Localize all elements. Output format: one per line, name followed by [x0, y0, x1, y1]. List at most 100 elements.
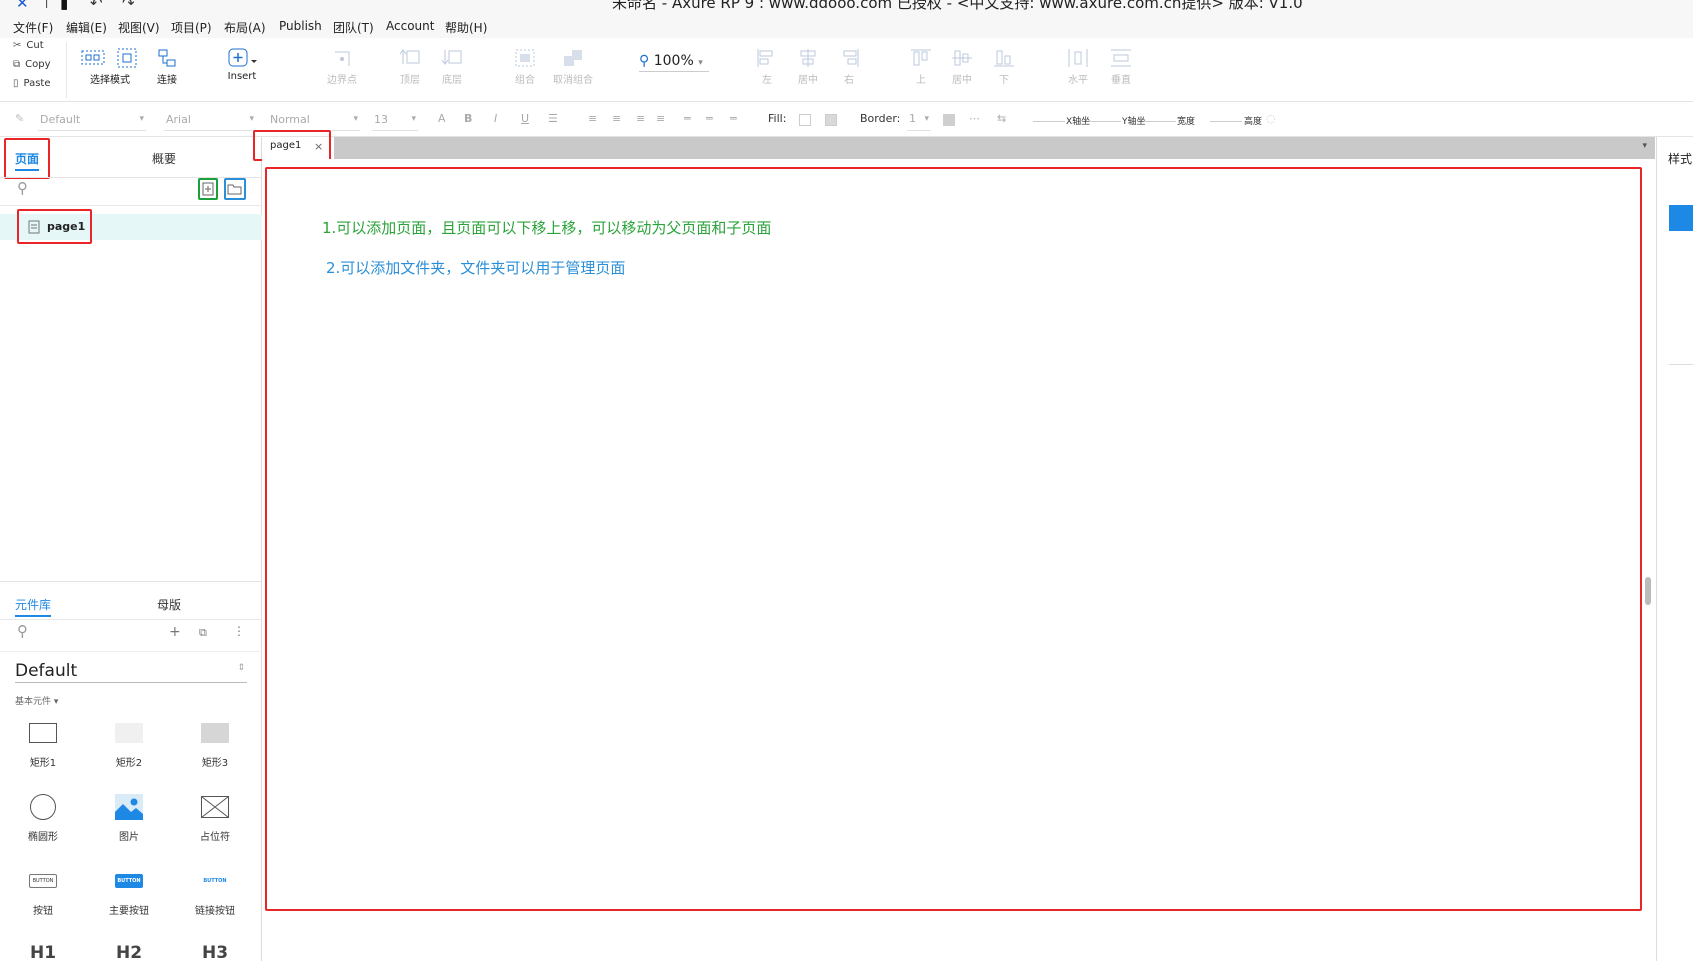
tab-library[interactable]: 元件库	[15, 596, 52, 617]
search-icon[interactable]: ⚲	[17, 179, 28, 197]
align-text-center-icon[interactable]: ≡	[612, 112, 621, 125]
tab-style[interactable]: 样式	[1668, 150, 1692, 167]
divider	[1669, 364, 1693, 365]
fill-image-swatch[interactable]	[825, 114, 837, 126]
heading2-widget[interactable]: H2	[116, 943, 142, 963]
font-weight-select[interactable]: Normal	[268, 109, 360, 131]
font-size-select[interactable]: 13	[372, 109, 418, 131]
tab-masters[interactable]: 母版	[157, 596, 181, 613]
align-left-button[interactable]: 左	[752, 48, 782, 86]
tab-outline[interactable]: 概要	[152, 150, 176, 167]
width-input[interactable]	[1144, 121, 1176, 122]
widget-link-button[interactable]: BUTTON 链接按钮	[175, 864, 255, 917]
rectangle-filled-icon	[115, 723, 143, 743]
menu-project[interactable]: 项目(P)	[171, 19, 212, 36]
zoom-select[interactable]: ⚲ 100% ▾	[639, 53, 709, 72]
paste-button[interactable]: ▯ Paste	[13, 78, 51, 89]
align-top-button[interactable]: 上	[906, 48, 936, 86]
font-color-icon[interactable]: A	[438, 112, 446, 125]
fill-color-swatch[interactable]	[799, 114, 811, 126]
undo-icon[interactable]: ↶	[90, 0, 103, 12]
cut-button[interactable]: ✂ Cut	[13, 40, 44, 51]
widget-primary-button[interactable]: BUTTON 主要按钮	[89, 864, 169, 917]
align-text-left-icon[interactable]: ≡	[588, 112, 597, 125]
menu-view[interactable]: 视图(V)	[118, 19, 160, 36]
menu-edit[interactable]: 编辑(E)	[66, 19, 107, 36]
menu-layout[interactable]: 布局(A)	[224, 19, 266, 36]
valign-middle-icon[interactable]: ═	[706, 112, 713, 125]
distribute-horizontal-icon	[1068, 49, 1088, 67]
align-right-button[interactable]: 右	[834, 48, 864, 86]
vertical-scrollbar[interactable]	[1645, 577, 1651, 605]
menu-file[interactable]: 文件(F)	[13, 19, 53, 36]
widget-placeholder[interactable]: 占位符	[175, 790, 255, 843]
select-mode-button[interactable]: 选择模式	[80, 48, 140, 86]
widget-ellipse[interactable]: 椭圆形	[3, 790, 83, 843]
menu-team[interactable]: 团队(T)	[333, 19, 374, 36]
chevron-down-icon: ▾	[698, 58, 703, 68]
visibility-eye-icon[interactable]: ◌	[1266, 112, 1276, 125]
align-text-justify-icon[interactable]: ≡	[656, 112, 665, 125]
valign-top-icon[interactable]: ═	[684, 112, 691, 125]
connect-button[interactable]: 连接	[150, 48, 184, 86]
menu-help[interactable]: 帮助(H)	[445, 19, 487, 36]
divider	[0, 651, 262, 652]
distribute-vertical-button[interactable]: 垂直	[1106, 48, 1136, 86]
design-canvas[interactable]: 1.可以添加页面，且页面可以下移上移，可以移动为父页面和子页面 2.可以添加文件…	[262, 159, 1655, 961]
style-panel-button[interactable]	[1669, 205, 1693, 231]
valign-bottom-icon[interactable]: ═	[730, 112, 737, 125]
add-library-icon[interactable]: +	[169, 624, 181, 640]
divider	[66, 42, 67, 98]
arrow-style-icon[interactable]: ⇆	[997, 112, 1006, 125]
distribute-horizontal-button[interactable]: 水平	[1063, 48, 1093, 86]
save-icon[interactable]: ▮	[60, 0, 68, 12]
menu-account[interactable]: Account	[386, 19, 434, 33]
add-page-button[interactable]	[198, 178, 218, 200]
style-select[interactable]: Default	[38, 109, 146, 131]
library-search-icon[interactable]: ⚲	[17, 622, 28, 640]
border-width-input[interactable]: 1	[907, 109, 931, 131]
heading3-widget[interactable]: H3	[202, 943, 228, 963]
copy-button[interactable]: ⧉ Copy	[13, 59, 51, 70]
heading1-widget[interactable]: H1	[30, 943, 56, 963]
insert-button[interactable]: Insert	[222, 48, 262, 82]
x-label: X轴坐	[1066, 117, 1091, 127]
widget-image[interactable]: 图片	[89, 790, 169, 843]
align-text-right-icon[interactable]: ≡	[636, 112, 645, 125]
font-family-select[interactable]: Arial	[164, 109, 256, 131]
points-button[interactable]: 边界点	[322, 48, 362, 86]
align-bottom-icon	[994, 50, 1014, 67]
widget-rect2[interactable]: 矩形2	[89, 716, 169, 769]
border-color-swatch[interactable]	[943, 114, 955, 126]
widget-button[interactable]: BUTTON 按钮	[3, 864, 83, 917]
tab-dropdown-icon[interactable]: ▾	[1642, 141, 1647, 151]
style-edit-icon[interactable]: ✎	[15, 112, 24, 125]
pin-icon[interactable]: ⊤	[40, 0, 53, 12]
underline-icon[interactable]: U	[521, 112, 529, 125]
italic-icon[interactable]: I	[494, 112, 497, 125]
border-style-icon[interactable]: ⋯	[969, 112, 980, 125]
align-middle-button[interactable]: 居中	[947, 48, 977, 86]
bring-to-top-button[interactable]: 顶层	[395, 48, 425, 86]
group-button[interactable]: 组合	[510, 48, 540, 86]
canvas-tab-strip: page1 × ▾	[253, 130, 1655, 161]
library-stack-icon[interactable]: ⧉	[199, 626, 207, 640]
copy-icon: ⧉	[13, 59, 21, 70]
align-center-icon	[800, 49, 816, 67]
bullet-list-icon[interactable]: ☰	[548, 112, 558, 125]
bold-icon[interactable]: B	[464, 112, 472, 125]
y-input[interactable]	[1089, 121, 1121, 122]
send-to-bottom-button[interactable]: 底层	[437, 48, 467, 86]
x-input[interactable]	[1033, 121, 1065, 122]
library-select[interactable]: Default ⇕	[15, 661, 247, 683]
menu-publish[interactable]: Publish	[279, 19, 322, 33]
redo-icon[interactable]: ↷	[122, 0, 135, 12]
align-center-button[interactable]: 居中	[793, 48, 823, 86]
widget-rect1[interactable]: 矩形1	[3, 716, 83, 769]
ungroup-button[interactable]: 取消组合	[550, 48, 596, 86]
more-options-icon[interactable]: ⋮	[233, 624, 245, 638]
align-bottom-button[interactable]: 下	[989, 48, 1019, 86]
widget-rect3[interactable]: 矩形3	[175, 716, 255, 769]
height-input[interactable]	[1210, 121, 1242, 122]
add-folder-button[interactable]	[224, 178, 246, 200]
